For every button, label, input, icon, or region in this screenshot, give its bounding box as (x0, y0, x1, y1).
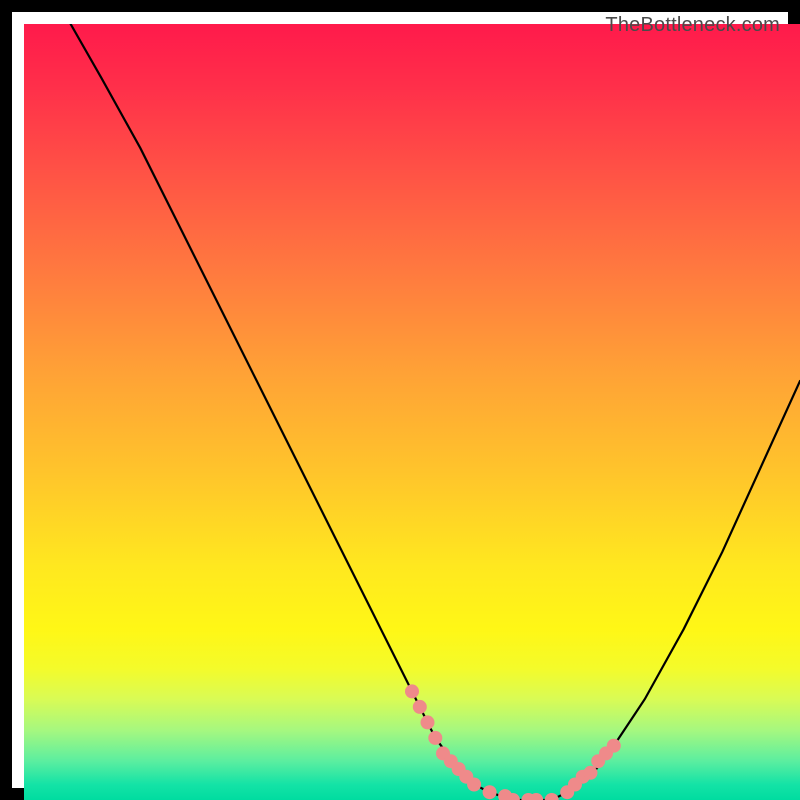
marker-dot (545, 793, 559, 800)
marker-dot (467, 778, 481, 792)
chart-frame (0, 0, 800, 800)
bottleneck-curve (71, 24, 800, 800)
marker-cluster-right (560, 739, 621, 800)
curve-layer (24, 24, 800, 800)
marker-dot (421, 715, 435, 729)
marker-cluster-flat (483, 785, 559, 800)
marker-dot (405, 684, 419, 698)
marker-dot (483, 785, 497, 799)
watermark-text: TheBottleneck.com (605, 14, 780, 37)
marker-dot (413, 700, 427, 714)
marker-dot (584, 766, 598, 780)
plot-area (24, 24, 800, 800)
marker-dot (428, 731, 442, 745)
marker-dot (607, 739, 621, 753)
